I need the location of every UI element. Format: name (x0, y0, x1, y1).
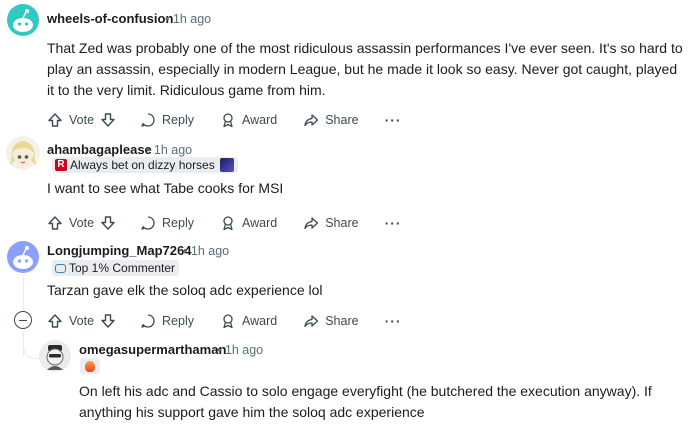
comment-username[interactable]: omegasupermarthaman (79, 342, 226, 357)
flair-text: Top 1% Commenter (69, 261, 176, 275)
downvote-icon[interactable] (100, 112, 116, 128)
snoo-avatar-icon (13, 246, 33, 269)
share-button[interactable]: Share (303, 313, 359, 329)
vote-controls: Vote (47, 112, 116, 128)
comment-timestamp[interactable]: 1h ago (154, 143, 192, 157)
snoo-avatar-icon (13, 9, 33, 32)
avatar[interactable] (7, 4, 39, 36)
share-label: Share (325, 314, 359, 328)
share-arrow-icon (304, 315, 319, 328)
award-button[interactable]: Award (220, 215, 277, 231)
reply-button[interactable]: Reply (140, 215, 194, 231)
flair-emblem-icon (219, 158, 234, 172)
more-options-icon[interactable]: ··· (385, 215, 402, 231)
comment-timestamp[interactable]: 1h ago (191, 244, 229, 258)
share-arrow-icon (304, 217, 319, 230)
award-icon (223, 113, 233, 128)
comment-bubble-icon (141, 216, 155, 230)
reply-label: Reply (162, 216, 194, 230)
comment-body: I want to see what Tabe cooks for MSI (47, 180, 284, 196)
share-label: Share (325, 216, 359, 230)
flair-text: Always bet on dizzy horses (70, 158, 215, 172)
user-flair (80, 358, 100, 374)
avatar[interactable] (39, 340, 71, 372)
comment-actions: Vote Reply Award Share ··· (47, 310, 402, 332)
upvote-icon[interactable] (47, 313, 63, 329)
comment-meta: • 1h ago (183, 244, 229, 258)
minus-icon (19, 319, 27, 321)
comment-body: That Zed was probably one of the most ri… (47, 40, 683, 98)
user-flair: Top 1% Commenter (52, 260, 180, 276)
comment-bubble-icon (141, 113, 155, 127)
comment-timestamp[interactable]: 1h ago (173, 12, 211, 26)
vote-label: Vote (69, 314, 95, 328)
comment-username[interactable]: Longjumping_Map7264 (47, 243, 191, 258)
comment-actions: Vote Reply Award Share ··· (47, 109, 402, 131)
vote-label: Vote (69, 216, 95, 230)
separator-dot: • (183, 244, 188, 258)
flair-team-logo-icon: R (55, 159, 67, 171)
comment-actions: Vote Reply Award Share ··· (47, 212, 402, 234)
comment-meta: • 1h ago (165, 12, 211, 26)
share-button[interactable]: Share (303, 215, 359, 231)
vote-controls: Vote (47, 313, 116, 329)
comment-body: On left his adc and Cassio to solo engag… (79, 383, 652, 420)
vote-label: Vote (69, 113, 95, 127)
award-button[interactable]: Award (220, 313, 277, 329)
upvote-icon[interactable] (47, 112, 63, 128)
flair-chat-bubble-icon (55, 263, 66, 273)
reply-button[interactable]: Reply (140, 112, 194, 128)
user-flair: R Always bet on dizzy horses (52, 157, 238, 173)
reply-label: Reply (162, 113, 194, 127)
vote-controls: Vote (47, 215, 116, 231)
separator-dot: • (217, 343, 222, 357)
reply-label: Reply (162, 314, 194, 328)
award-button[interactable]: Award (220, 112, 277, 128)
downvote-icon[interactable] (100, 313, 116, 329)
custom-avatar-icon (46, 345, 64, 370)
more-options-icon[interactable]: ··· (385, 112, 402, 128)
award-icon (223, 314, 233, 329)
share-arrow-icon (304, 114, 319, 127)
upvote-icon[interactable] (47, 215, 63, 231)
comment-meta: • 1h ago (146, 143, 192, 157)
comment-username[interactable]: ahambagaplease (47, 142, 152, 157)
downvote-icon[interactable] (100, 215, 116, 231)
share-button[interactable]: Share (303, 112, 359, 128)
comment-bubble-icon (141, 314, 155, 328)
comment-timestamp[interactable]: 1h ago (225, 343, 263, 357)
share-label: Share (325, 113, 359, 127)
comment-username[interactable]: wheels-of-confusion (47, 11, 173, 26)
separator-dot: • (165, 12, 170, 26)
award-label: Award (242, 314, 278, 328)
comment-meta: • 1h ago (217, 343, 263, 357)
anime-avatar-icon (10, 141, 36, 166)
award-label: Award (242, 113, 278, 127)
reply-button[interactable]: Reply (140, 313, 194, 329)
avatar[interactable] (6, 136, 40, 170)
collapse-thread-button[interactable] (14, 311, 32, 329)
more-options-icon[interactable]: ··· (385, 313, 402, 329)
award-icon (223, 216, 233, 231)
avatar[interactable] (7, 241, 39, 273)
separator-dot: • (146, 143, 151, 157)
flair-flame-icon (85, 360, 95, 372)
comment-body: Tarzan gave elk the soloq adc experience… (47, 282, 323, 298)
award-label: Award (242, 216, 278, 230)
